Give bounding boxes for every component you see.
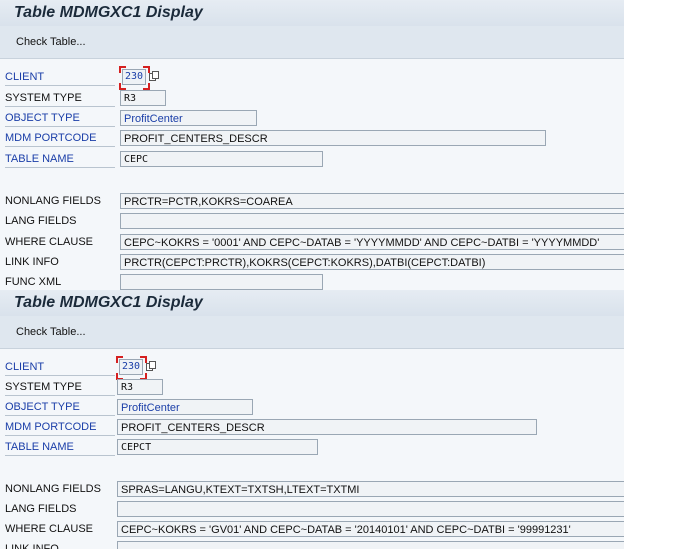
panel-title: Table MDMGXC1 Display <box>0 290 624 316</box>
label-where-clause: WHERE CLAUSE <box>5 236 94 248</box>
row-table-name: TABLE NAME CEPCT <box>0 439 624 456</box>
row-client: CLIENT 230 <box>0 66 624 90</box>
table-display-panel-1: Table MDMGXC1 Display Check Table... CLI… <box>0 0 624 290</box>
lang-fields-field[interactable] <box>117 501 624 517</box>
copy-icon[interactable] <box>146 361 156 371</box>
system-type-field[interactable]: R3 <box>117 379 163 395</box>
focus-marker <box>119 66 126 73</box>
link-info-field[interactable] <box>117 541 624 549</box>
row-mdm-portcode: MDM PORTCODE PROFIT_CENTERS_DESCR <box>0 130 624 147</box>
row-client: CLIENT 230 <box>0 356 624 380</box>
label-table-name: TABLE NAME <box>5 439 115 456</box>
focus-marker <box>119 83 126 90</box>
label-lang-fields: LANG FIELDS <box>5 503 77 515</box>
mdm-portcode-field[interactable]: PROFIT_CENTERS_DESCR <box>117 419 537 435</box>
label-client: CLIENT <box>5 359 115 376</box>
lang-fields-field[interactable] <box>120 213 624 229</box>
check-table-button[interactable]: Check Table... <box>8 32 94 52</box>
row-system-type: SYSTEM TYPE R3 <box>0 379 624 396</box>
label-object-type: OBJECT TYPE <box>5 399 115 416</box>
check-table-button[interactable]: Check Table... <box>8 322 94 342</box>
row-object-type: OBJECT TYPE ProfitCenter <box>0 110 624 127</box>
row-link-info: LINK INFO PRCTR(CEPCT:PRCTR),KOKRS(CEPCT… <box>0 254 624 270</box>
row-where-clause: WHERE CLAUSE CEPC~KOKRS = '0001' AND CEP… <box>0 234 624 250</box>
copy-icon[interactable] <box>149 71 159 81</box>
row-mdm-portcode: MDM PORTCODE PROFIT_CENTERS_DESCR <box>0 419 624 436</box>
label-table-name: TABLE NAME <box>5 151 115 168</box>
label-nonlang-fields: NONLANG FIELDS <box>5 195 101 207</box>
label-nonlang-fields: NONLANG FIELDS <box>5 483 101 495</box>
label-where-clause: WHERE CLAUSE <box>5 523 94 535</box>
link-info-field[interactable]: PRCTR(CEPCT:PRCTR),KOKRS(CEPCT:KOKRS),DA… <box>120 254 624 270</box>
func-xml-field[interactable] <box>120 274 323 290</box>
table-name-field[interactable]: CEPCT <box>117 439 318 455</box>
where-clause-field[interactable]: CEPC~KOKRS = 'GV01' AND CEPC~DATAB = '20… <box>117 521 624 537</box>
label-mdm-portcode: MDM PORTCODE <box>5 419 115 436</box>
row-lang-fields: LANG FIELDS <box>0 213 624 229</box>
system-type-field[interactable]: R3 <box>120 90 166 106</box>
label-link-info: LINK INFO <box>5 543 59 549</box>
row-system-type: SYSTEM TYPE R3 <box>0 90 624 107</box>
table-name-field[interactable]: CEPC <box>120 151 323 167</box>
toolbar: Check Table... <box>0 26 624 59</box>
row-nonlang-fields: NONLANG FIELDS SPRAS=LANGU,KTEXT=TXTSH,L… <box>0 481 624 497</box>
where-clause-field[interactable]: CEPC~KOKRS = '0001' AND CEPC~DATAB = 'YY… <box>120 234 624 250</box>
row-object-type: OBJECT TYPE ProfitCenter <box>0 399 624 416</box>
label-client: CLIENT <box>5 69 115 86</box>
panel-title: Table MDMGXC1 Display <box>0 0 624 26</box>
row-where-clause: WHERE CLAUSE CEPC~KOKRS = 'GV01' AND CEP… <box>0 521 624 537</box>
nonlang-fields-field[interactable]: PRCTR=PCTR,KOKRS=COAREA <box>120 193 624 209</box>
label-link-info: LINK INFO <box>5 256 59 268</box>
focus-marker <box>116 356 123 363</box>
label-lang-fields: LANG FIELDS <box>5 215 77 227</box>
object-type-field[interactable]: ProfitCenter <box>120 110 257 126</box>
row-table-name: TABLE NAME CEPC <box>0 151 624 168</box>
row-nonlang-fields: NONLANG FIELDS PRCTR=PCTR,KOKRS=COAREA <box>0 193 624 209</box>
label-func-xml: FUNC XML <box>5 276 62 288</box>
label-object-type: OBJECT TYPE <box>5 110 115 127</box>
label-mdm-portcode: MDM PORTCODE <box>5 130 115 147</box>
table-display-panel-2: Table MDMGXC1 Display Check Table... CLI… <box>0 290 624 549</box>
row-lang-fields: LANG FIELDS <box>0 501 624 517</box>
row-func-xml: FUNC XML <box>0 274 624 290</box>
row-link-info: LINK INFO <box>0 541 624 549</box>
toolbar: Check Table... <box>0 316 624 349</box>
nonlang-fields-field[interactable]: SPRAS=LANGU,KTEXT=TXTSH,LTEXT=TXTMI <box>117 481 624 497</box>
label-system-type: SYSTEM TYPE <box>5 90 115 107</box>
mdm-portcode-field[interactable]: PROFIT_CENTERS_DESCR <box>120 130 546 146</box>
label-system-type: SYSTEM TYPE <box>5 379 115 396</box>
focus-marker <box>143 83 150 90</box>
object-type-field[interactable]: ProfitCenter <box>117 399 253 415</box>
